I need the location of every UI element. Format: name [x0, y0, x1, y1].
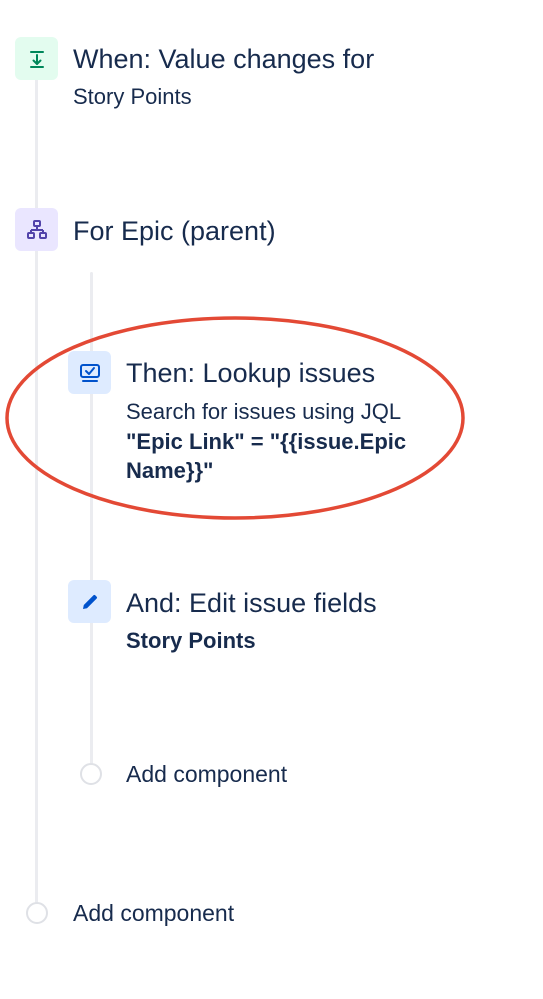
lookup-issues-icon	[68, 351, 111, 394]
trigger-icon	[15, 37, 58, 80]
lookup-issues-jql-line1: "Epic Link" = "{{issue.Epic	[126, 429, 407, 454]
trigger-field: Story Points	[73, 84, 192, 109]
outer-connector-line	[35, 60, 38, 910]
lookup-issues-jql-line2: Name}}"	[126, 458, 214, 483]
add-component-inner-label[interactable]: Add component	[126, 760, 287, 788]
add-component-outer-label[interactable]: Add component	[73, 899, 234, 927]
add-component-inner-circle[interactable]	[80, 763, 102, 785]
add-component-outer-circle[interactable]	[26, 902, 48, 924]
edit-pencil-icon	[68, 580, 111, 623]
rule-builder-canvas: When: Value changes for Story Points For…	[0, 0, 543, 999]
highlight-ellipse-annotation	[5, 316, 465, 520]
trigger-title: When: Value changes for	[73, 44, 375, 74]
inner-connector-line	[90, 272, 93, 772]
lookup-issues-title: Then: Lookup issues	[126, 358, 376, 388]
edit-issue-field: Story Points	[126, 628, 256, 653]
branch-icon	[15, 208, 58, 251]
edit-issue-title: And: Edit issue fields	[126, 588, 377, 618]
branch-title: For Epic (parent)	[73, 216, 276, 246]
lookup-issues-description: Search for issues using JQL	[126, 399, 402, 424]
